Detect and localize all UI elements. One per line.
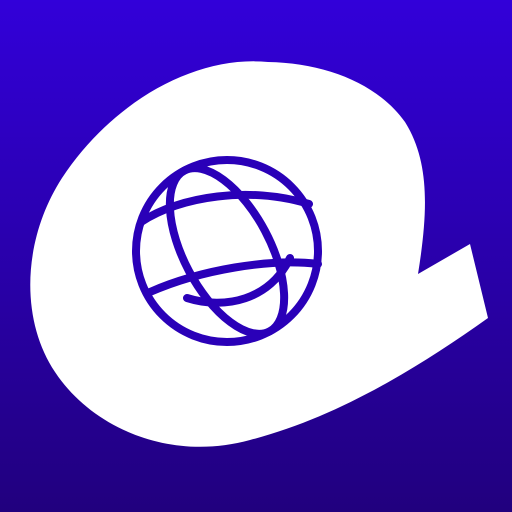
app-icon-graphic: [0, 0, 512, 512]
app-icon: [0, 0, 512, 512]
